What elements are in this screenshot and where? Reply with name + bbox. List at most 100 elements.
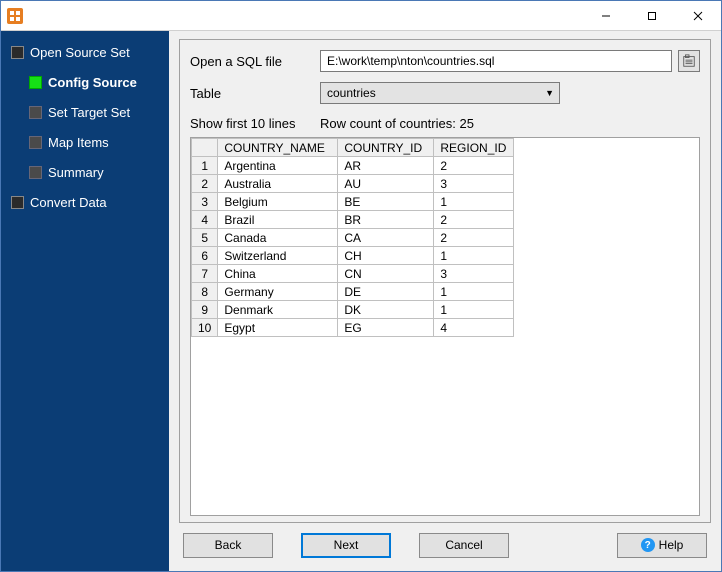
table-cell: 1 (434, 247, 514, 265)
nav-box-icon (29, 136, 42, 149)
sql-file-input[interactable] (320, 50, 672, 72)
cancel-button[interactable]: Cancel (419, 533, 509, 558)
table-row[interactable]: 1ArgentinaAR2 (192, 157, 514, 175)
table-cell: Australia (218, 175, 338, 193)
form-area: Open a SQL file Table (179, 39, 711, 523)
preview-table: COUNTRY_NAME COUNTRY_ID REGION_ID 1Argen… (191, 138, 514, 337)
table-cell: CA (338, 229, 434, 247)
nav-label: Summary (48, 165, 104, 180)
maximize-icon (647, 11, 657, 21)
col-header-country-name[interactable]: COUNTRY_NAME (218, 139, 338, 157)
table-cell: 2 (434, 211, 514, 229)
table-cell: 4 (434, 319, 514, 337)
next-button[interactable]: Next (301, 533, 391, 558)
table-cell: Belgium (218, 193, 338, 211)
app-window: Open Source Set Config Source Set Target… (0, 0, 722, 572)
table-cell: Egypt (218, 319, 338, 337)
table-select-value: countries (327, 86, 376, 100)
browse-file-button[interactable] (678, 50, 700, 72)
table-cell: Switzerland (218, 247, 338, 265)
nav-item-summary[interactable]: Summary (1, 157, 169, 187)
table-row[interactable]: 10EgyptEG4 (192, 319, 514, 337)
nav-box-icon (29, 166, 42, 179)
table-cell: Canada (218, 229, 338, 247)
table-cell: Brazil (218, 211, 338, 229)
table-cell: 1 (434, 283, 514, 301)
main-panel: Open a SQL file Table (169, 31, 721, 571)
table-label: Table (190, 86, 320, 101)
row-number: 9 (192, 301, 218, 319)
nav-label: Config Source (48, 75, 137, 90)
table-row[interactable]: 6SwitzerlandCH1 (192, 247, 514, 265)
nav-label: Convert Data (30, 195, 107, 210)
minimize-button[interactable] (583, 1, 629, 31)
help-icon: ? (641, 538, 655, 552)
table-cell: DE (338, 283, 434, 301)
table-cell: Germany (218, 283, 338, 301)
table-row[interactable]: 3BelgiumBE1 (192, 193, 514, 211)
nav-label: Map Items (48, 135, 109, 150)
row-number: 1 (192, 157, 218, 175)
back-button[interactable]: Back (183, 533, 273, 558)
close-button[interactable] (675, 1, 721, 31)
app-icon (7, 8, 23, 24)
table-cell: CN (338, 265, 434, 283)
nav-box-icon (29, 106, 42, 119)
table-cell: BR (338, 211, 434, 229)
nav-item-set-target-set[interactable]: Set Target Set (1, 97, 169, 127)
table-cell: 1 (434, 301, 514, 319)
help-button[interactable]: ? Help (617, 533, 707, 558)
row-number: 10 (192, 319, 218, 337)
table-cell: 3 (434, 175, 514, 193)
row-count-text: Row count of countries: 25 (320, 116, 474, 131)
table-cell: EG (338, 319, 434, 337)
table-cell: 1 (434, 193, 514, 211)
table-corner (192, 139, 218, 157)
nav-label: Open Source Set (30, 45, 130, 60)
row-number: 8 (192, 283, 218, 301)
row-number: 7 (192, 265, 218, 283)
sidebar: Open Source Set Config Source Set Target… (1, 31, 169, 571)
table-row[interactable]: 9DenmarkDK1 (192, 301, 514, 319)
table-cell: CH (338, 247, 434, 265)
preview-table-wrap[interactable]: COUNTRY_NAME COUNTRY_ID REGION_ID 1Argen… (190, 137, 700, 516)
nav-box-icon (29, 76, 42, 89)
row-number: 3 (192, 193, 218, 211)
table-cell: DK (338, 301, 434, 319)
close-icon (693, 11, 703, 21)
nav-box-icon (11, 46, 24, 59)
nav-item-config-source[interactable]: Config Source (1, 67, 169, 97)
table-cell: 3 (434, 265, 514, 283)
col-header-region-id[interactable]: REGION_ID (434, 139, 514, 157)
nav-item-convert-data[interactable]: Convert Data (1, 187, 169, 217)
table-cell: China (218, 265, 338, 283)
col-header-country-id[interactable]: COUNTRY_ID (338, 139, 434, 157)
open-file-label: Open a SQL file (190, 54, 320, 69)
browse-file-icon (682, 54, 696, 68)
preview-label: Show first 10 lines (190, 116, 320, 131)
maximize-button[interactable] (629, 1, 675, 31)
row-number: 6 (192, 247, 218, 265)
table-row[interactable]: 5CanadaCA2 (192, 229, 514, 247)
table-cell: AU (338, 175, 434, 193)
row-number: 5 (192, 229, 218, 247)
table-row[interactable]: 8GermanyDE1 (192, 283, 514, 301)
nav-label: Set Target Set (48, 105, 130, 120)
row-number: 2 (192, 175, 218, 193)
table-row[interactable]: 7ChinaCN3 (192, 265, 514, 283)
table-cell: AR (338, 157, 434, 175)
table-cell: Denmark (218, 301, 338, 319)
button-bar: Back Next Cancel ? Help (179, 523, 711, 567)
table-cell: Argentina (218, 157, 338, 175)
minimize-icon (601, 11, 611, 21)
table-cell: 2 (434, 229, 514, 247)
table-cell: BE (338, 193, 434, 211)
table-cell: 2 (434, 157, 514, 175)
titlebar (1, 1, 721, 31)
nav-item-open-source-set[interactable]: Open Source Set (1, 37, 169, 67)
table-select[interactable]: countries (320, 82, 560, 104)
table-row[interactable]: 4BrazilBR2 (192, 211, 514, 229)
nav-item-map-items[interactable]: Map Items (1, 127, 169, 157)
nav-box-icon (11, 196, 24, 209)
table-row[interactable]: 2AustraliaAU3 (192, 175, 514, 193)
